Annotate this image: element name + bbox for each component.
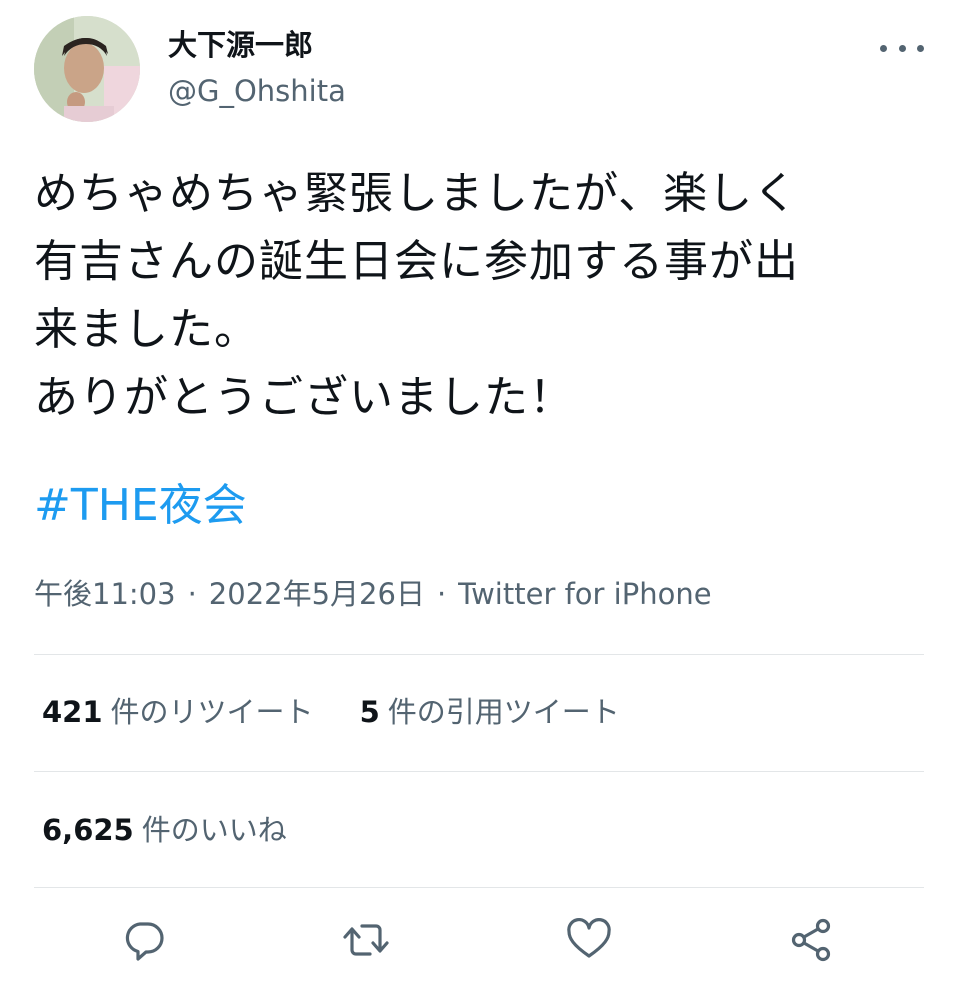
author-display-name[interactable]: 大下源一郎 bbox=[168, 28, 313, 62]
stats-row-likes: 6,625 件のいいね bbox=[42, 810, 287, 850]
retweets-label: 件のリツイート bbox=[110, 695, 314, 729]
divider bbox=[34, 887, 924, 888]
stats-row-retweets: 421 件のリツイート 5 件の引用ツイート bbox=[42, 692, 620, 732]
reply-button[interactable] bbox=[116, 912, 172, 968]
tweet-meta: 午後11:03 · 2022年5月26日 · Twitter for iPhon… bbox=[34, 574, 712, 614]
divider bbox=[34, 654, 924, 655]
likes-label: 件のいいね bbox=[141, 813, 287, 847]
tweet-text: めちゃめちゃ緊張しましたが、楽しく 有吉さんの誕生日会に参加する事が出 来ました… bbox=[34, 168, 799, 423]
divider bbox=[34, 771, 924, 772]
tweet-source[interactable]: Twitter for iPhone bbox=[458, 574, 711, 614]
avatar-photo-icon bbox=[34, 16, 140, 122]
meta-separator: · bbox=[187, 577, 197, 611]
likes-count: 6,625 bbox=[42, 813, 134, 847]
meta-separator: · bbox=[436, 577, 447, 611]
tweet-time[interactable]: 午後11:03 bbox=[34, 574, 176, 614]
retweet-icon bbox=[343, 924, 389, 956]
like-button[interactable] bbox=[561, 912, 617, 968]
more-options-icon[interactable] bbox=[880, 36, 924, 60]
heart-icon bbox=[567, 918, 611, 958]
tweet-date[interactable]: 2022年5月26日 bbox=[209, 574, 425, 614]
reply-icon bbox=[125, 922, 164, 961]
quotes-count: 5 bbox=[359, 695, 380, 729]
author-handle[interactable]: @G_Ohshita bbox=[168, 74, 346, 108]
likes-stat[interactable]: 6,625 件のいいね bbox=[42, 810, 287, 850]
hashtag-link[interactable]: #THE夜会 bbox=[34, 476, 247, 536]
retweets-count: 421 bbox=[42, 695, 103, 729]
retweets-stat[interactable]: 421 件のリツイート bbox=[42, 692, 314, 732]
avatar[interactable] bbox=[34, 16, 140, 122]
tweet-actions bbox=[0, 912, 959, 972]
tweet-header: 大下源一郎 @G_Ohshita bbox=[34, 16, 934, 126]
quotes-label: 件の引用ツイート bbox=[387, 695, 620, 729]
share-button[interactable] bbox=[783, 912, 839, 968]
retweet-button[interactable] bbox=[338, 912, 394, 968]
share-icon bbox=[791, 918, 831, 962]
quotes-stat[interactable]: 5 件の引用ツイート bbox=[360, 692, 620, 732]
